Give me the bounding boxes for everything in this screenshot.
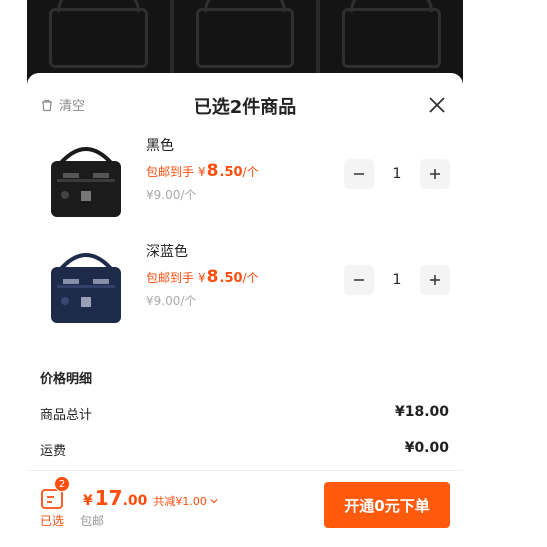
plus-icon — [430, 275, 440, 285]
currency-symbol: ¥ — [198, 165, 206, 179]
price-details-title: 价格明细 — [40, 372, 93, 387]
selected-count-badge: 2 — [54, 476, 70, 492]
selected-label[interactable]: 已选 — [40, 512, 64, 529]
total-price: ¥ 17 .00 共减¥1.00 — [83, 486, 219, 510]
discount-text: 共减¥1.00 — [153, 495, 207, 508]
minus-icon — [354, 279, 364, 281]
original-price: ¥9.00/个 — [146, 294, 197, 308]
price-integer: 8 — [206, 267, 219, 287]
plus-icon — [430, 169, 440, 179]
phone-screen: 清空 已选2件商品 黑色 包邮到手 ¥ 8 .50 /个 ¥9.00/个 1 深… — [27, 0, 463, 547]
close-button[interactable] — [427, 95, 447, 115]
cart-item: 黑色 包邮到手 ¥ 8 .50 /个 ¥9.00/个 1 — [27, 135, 463, 241]
cart-item: 深蓝色 包邮到手 ¥ 8 .50 /个 ¥9.00/个 1 — [27, 241, 463, 347]
checkout-bar: 2 已选 包邮 ¥ 17 .00 共减¥1.00 开通0元下单 — [27, 470, 463, 547]
currency-symbol: ¥ — [198, 271, 206, 285]
original-price: ¥9.00/个 — [146, 188, 197, 202]
price-integer: 8 — [206, 161, 219, 181]
quantity-value[interactable]: 1 — [374, 166, 420, 182]
minus-icon — [354, 173, 364, 175]
subtotal-label: 商品总计 — [40, 408, 93, 423]
free-shipping-label: 包邮 — [80, 514, 105, 528]
promo-prefix: 包邮到手 — [146, 165, 195, 179]
total-decimal: .00 — [122, 493, 148, 509]
quantity-stepper: 1 — [344, 265, 450, 295]
decrease-button[interactable] — [344, 159, 374, 189]
increase-button[interactable] — [420, 159, 450, 189]
shipping-label: 运费 — [40, 444, 67, 459]
total-integer: 17 — [94, 486, 123, 510]
sheet-header: 清空 已选2件商品 — [27, 73, 463, 135]
subtotal-row: 商品总计 ¥18.00 — [40, 404, 449, 423]
promo-prefix: 包邮到手 — [146, 271, 195, 285]
total-currency: ¥ — [83, 493, 93, 509]
checkout-button[interactable]: 开通0元下单 — [324, 482, 450, 528]
selected-items-sheet: 清空 已选2件商品 黑色 包邮到手 ¥ 8 .50 /个 ¥9.00/个 1 深… — [27, 73, 463, 547]
quantity-value[interactable]: 1 — [374, 272, 420, 288]
quantity-stepper: 1 — [344, 159, 450, 189]
price-unit: /个 — [242, 271, 259, 285]
promo-price: 包邮到手 ¥ 8 .50 /个 — [146, 161, 259, 181]
chevron-down-icon — [210, 499, 219, 504]
shipping-row: 运费 ¥0.00 — [40, 440, 449, 459]
shipping-value: ¥0.00 — [404, 440, 449, 456]
decrease-button[interactable] — [344, 265, 374, 295]
discount-detail-toggle[interactable]: 共减¥1.00 — [153, 493, 219, 509]
product-image[interactable] — [41, 241, 131, 331]
item-variant-name: 深蓝色 — [146, 244, 188, 260]
promo-price: 包邮到手 ¥ 8 .50 /个 — [146, 267, 259, 287]
price-unit: /个 — [242, 165, 259, 179]
price-decimal: .50 — [219, 165, 243, 180]
close-icon — [429, 97, 445, 113]
increase-button[interactable] — [420, 265, 450, 295]
price-decimal: .50 — [219, 271, 243, 286]
item-variant-name: 黑色 — [146, 138, 174, 154]
product-image[interactable] — [41, 135, 131, 225]
subtotal-value: ¥18.00 — [394, 404, 449, 420]
sheet-title: 已选2件商品 — [193, 97, 297, 118]
